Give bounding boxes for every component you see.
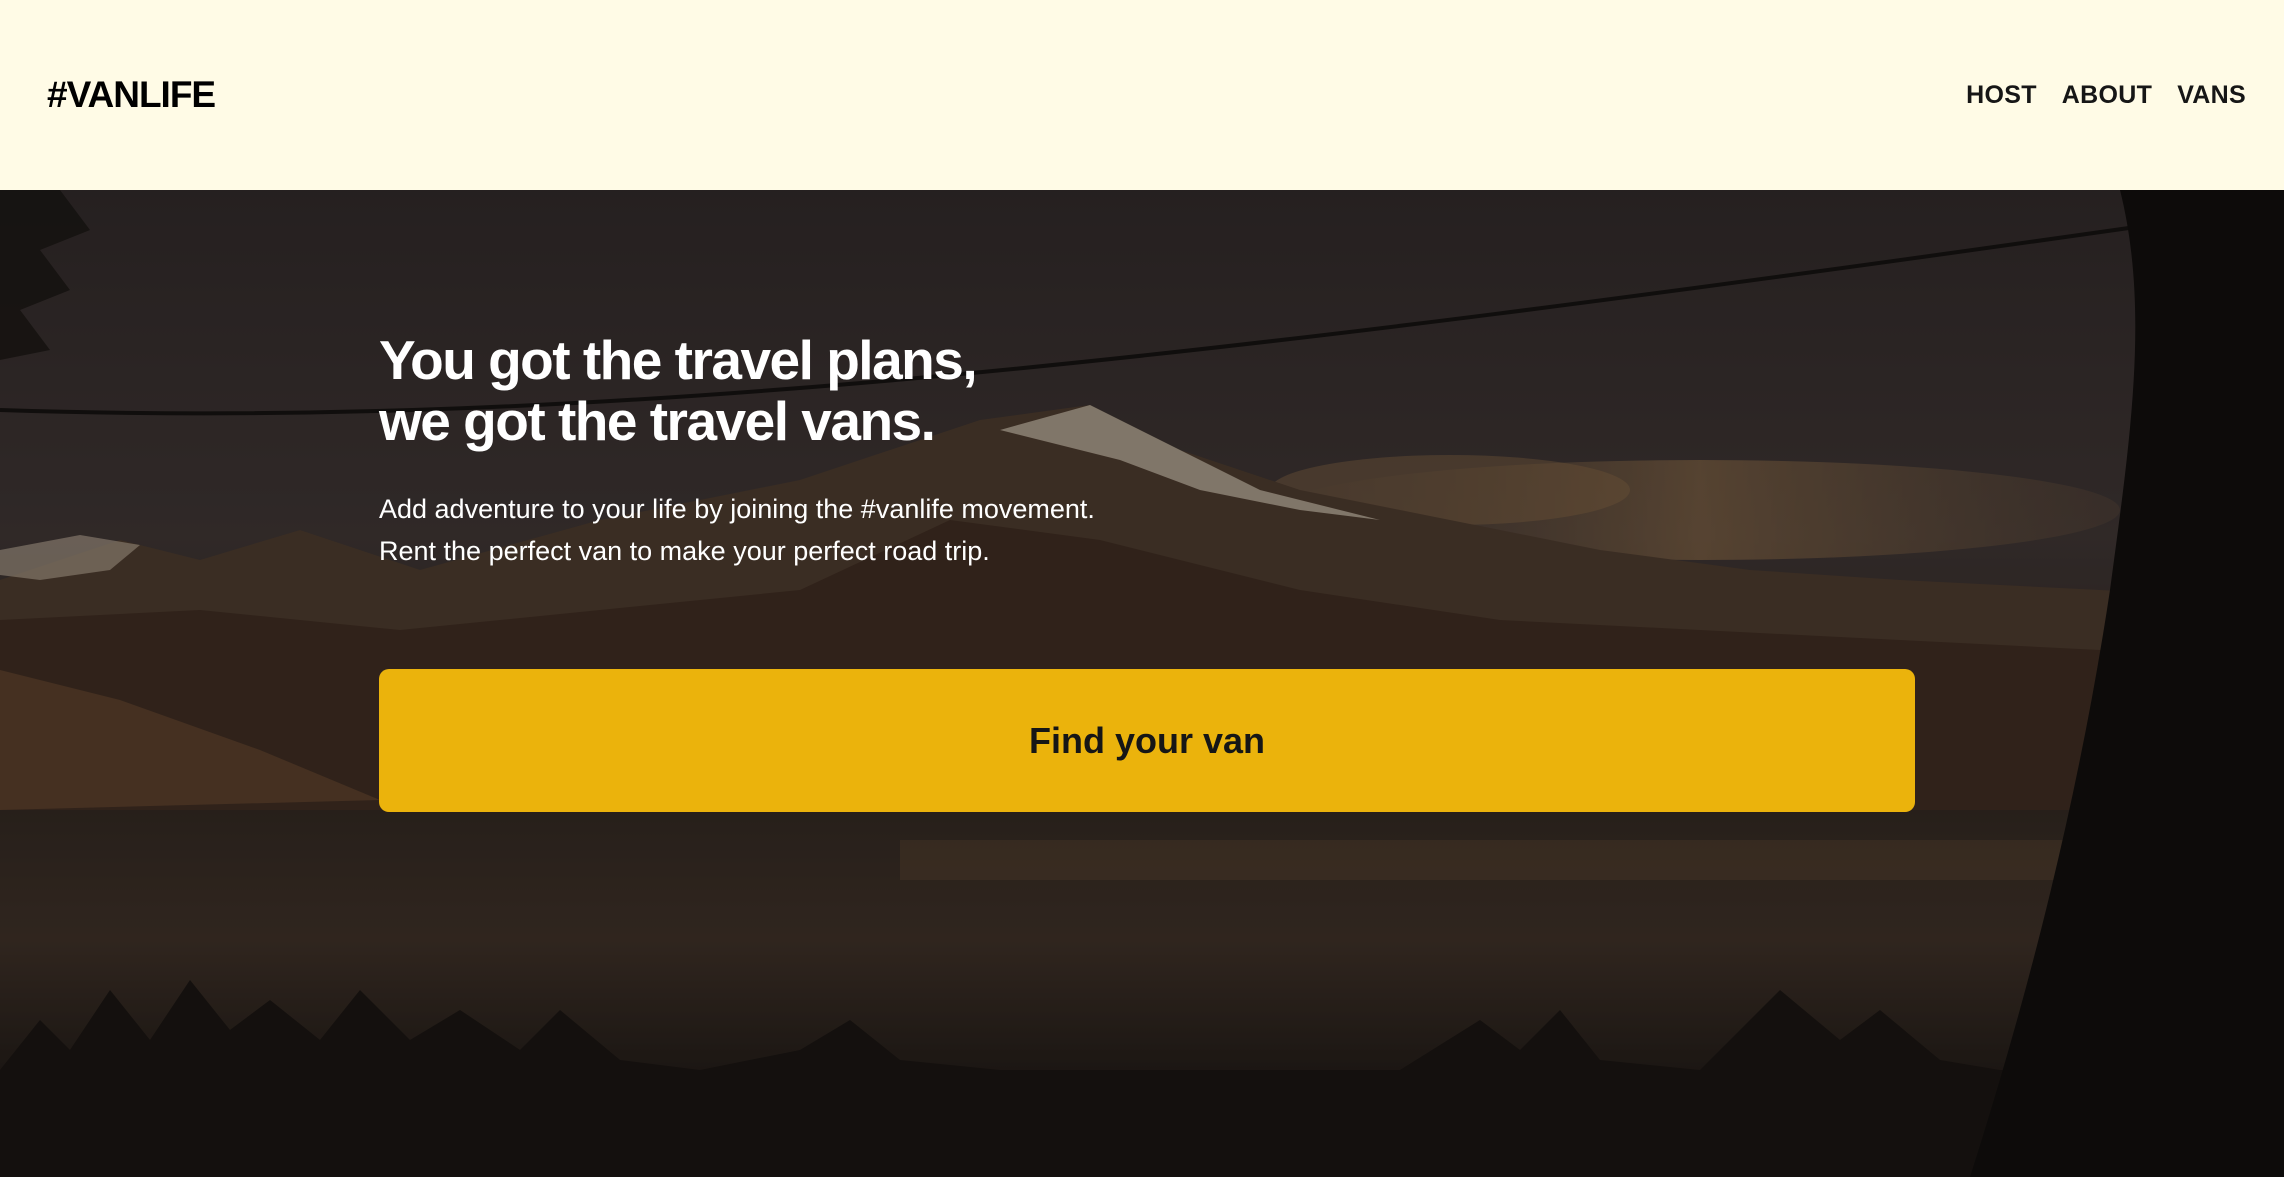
nav-link-about[interactable]: ABOUT — [2062, 81, 2152, 110]
nav-link-vans[interactable]: VANS — [2177, 81, 2246, 110]
hero-section: You got the travel plans, we got the tra… — [0, 190, 2284, 1177]
site-logo[interactable]: #VANLIFE — [47, 74, 216, 116]
hero-description-line-2: Rent the perfect van to make your perfec… — [379, 536, 990, 566]
hero-title: You got the travel plans, we got the tra… — [379, 330, 1279, 452]
hero-title-line-2: we got the travel vans. — [379, 390, 936, 452]
find-your-van-button[interactable]: Find your van — [379, 669, 1915, 812]
main-nav: HOST ABOUT VANS — [1966, 81, 2246, 110]
hero-title-line-1: You got the travel plans, — [379, 329, 978, 391]
hero-description: Add adventure to your life by joining th… — [379, 488, 1379, 572]
hero-description-line-1: Add adventure to your life by joining th… — [379, 494, 1095, 524]
nav-link-host[interactable]: HOST — [1966, 81, 2037, 110]
site-header: #VANLIFE HOST ABOUT VANS — [0, 0, 2284, 190]
